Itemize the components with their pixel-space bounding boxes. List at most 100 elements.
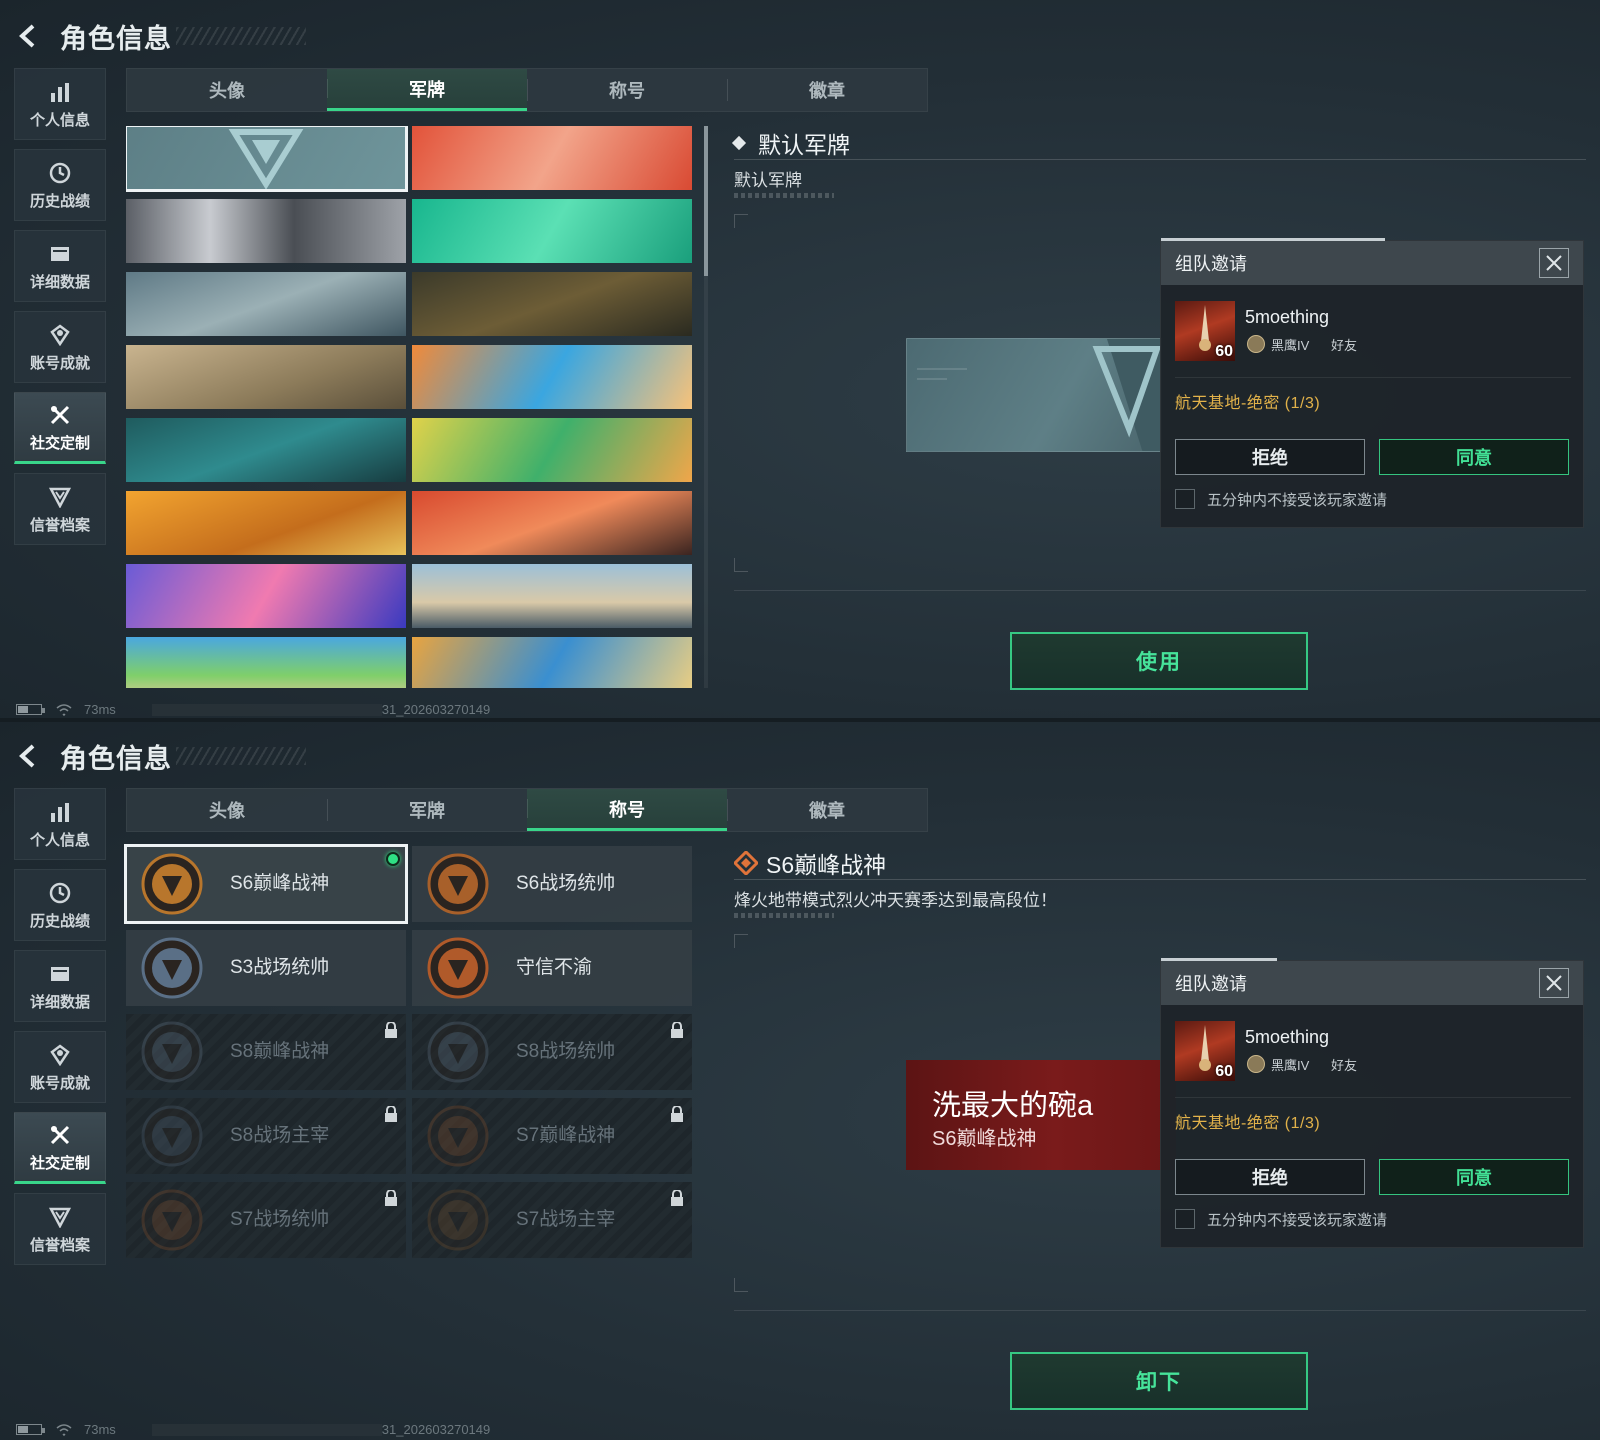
title-name: S7巅峰战神 [516,1125,616,1146]
nameplate-item[interactable] [126,564,406,628]
sidebar-item-profile[interactable]: 个人信息 [14,68,106,140]
nameplate-item[interactable] [126,199,406,263]
close-icon[interactable] [1539,968,1569,998]
nameplate-item[interactable] [126,491,406,555]
mute-invite-checkbox[interactable] [1175,1209,1195,1229]
title-item[interactable]: S3战场统帅 [126,930,406,1006]
nameplate-item[interactable] [126,345,406,409]
folder-icon [47,961,73,987]
tab-title[interactable]: 称号 [527,69,727,111]
mute-invite-label: 五分钟内不接受该玩家邀请 [1207,1212,1388,1229]
use-button[interactable]: 使用 [1010,632,1308,690]
nameplate-item[interactable] [412,564,692,628]
rank-icon [1247,1055,1265,1073]
tab-badge[interactable]: 徽章 [727,789,927,831]
sidebar-item-social[interactable]: 社交定制 [14,392,106,464]
player-rank: 黑鹰IV [1271,338,1310,353]
tab-avatar[interactable]: 头像 [127,789,327,831]
sidebar: 个人信息 历史战绩 详细数据 账号成就 社交定制 信誉档案 [14,68,106,554]
tools-icon [47,402,73,428]
detail-title: S6巅峰战神 [766,852,887,878]
close-icon[interactable] [1539,248,1569,278]
nameplate-item[interactable] [126,637,406,688]
sidebar-item-credit[interactable]: 信誉档案 [14,473,106,545]
title-emblem-icon [141,853,203,915]
nameplate-item[interactable] [412,637,692,688]
title-item[interactable]: S7战场主宰 [412,1182,692,1258]
folder-icon [47,241,73,267]
relation-badge: 好友 [1331,338,1358,353]
nameplate-item[interactable] [412,345,692,409]
nameplate-item[interactable] [126,418,406,482]
sidebar-item-achievements[interactable]: 账号成就 [14,1031,106,1103]
mute-invite-checkbox[interactable] [1175,489,1195,509]
sidebar-item-profile[interactable]: 个人信息 [14,788,106,860]
title-name: S8巅峰战神 [230,1041,330,1062]
divider [734,590,1586,591]
team-invite-dialog: 组队邀请 60 5moething 黑鹰IV 好友 航天基地-绝密 (1/3) … [1160,238,1584,528]
tab-badge[interactable]: 徽章 [727,69,927,111]
tab-nameplate[interactable]: 军牌 [327,789,527,831]
sidebar-item-history[interactable]: 历史战绩 [14,869,106,941]
title-name: S7战场主宰 [516,1209,616,1230]
relation-badge: 好友 [1331,1058,1358,1073]
nameplate-item[interactable] [126,272,406,336]
title-item[interactable]: S6巅峰战神 [124,844,408,924]
title-item[interactable]: S7战场统帅 [126,1182,406,1258]
clock-icon [47,880,73,906]
nameplate-item[interactable] [412,491,692,555]
accept-button[interactable]: 同意 [1379,439,1569,475]
title-item[interactable]: 守信不渝 [412,930,692,1006]
reject-button[interactable]: 拒绝 [1175,439,1365,475]
tools-icon [47,1122,73,1148]
page-title: 角色信息 [60,23,172,54]
game-mode: 航天基地-绝密 (1/3) [1175,1115,1321,1132]
divider [734,1310,1586,1311]
title-item[interactable]: S8战场统帅 [412,1014,692,1090]
equipped-indicator [386,852,400,866]
tab-nameplate[interactable]: 军牌 [327,69,527,111]
sidebar-item-label: 账号成就 [29,354,90,372]
sidebar-item-label: 详细数据 [29,273,90,291]
player-rank: 黑鹰IV [1271,1058,1310,1073]
sidebar-item-social[interactable]: 社交定制 [14,1112,106,1184]
sidebar-item-credit[interactable]: 信誉档案 [14,1193,106,1265]
tab-title[interactable]: 称号 [527,789,727,831]
sidebar-item-label: 个人信息 [29,831,90,849]
sidebar-item-achievements[interactable]: 账号成就 [14,311,106,383]
wifi-icon [56,703,72,716]
title-item[interactable]: S7巅峰战神 [412,1098,692,1174]
nameplate-item[interactable] [412,199,692,263]
tab-avatar[interactable]: 头像 [127,69,327,111]
title-preview: 洗最大的碗a S6巅峰战神 [906,1060,1176,1170]
back-arrow-icon[interactable] [14,21,44,51]
scroll-thumb[interactable] [704,126,708,276]
nameplate-preview [906,338,1162,452]
sidebar-item-details[interactable]: 详细数据 [14,950,106,1022]
divider [734,159,1586,160]
sidebar-item-label: 历史战绩 [29,192,90,210]
scrollbar[interactable] [704,126,708,688]
shield-icon [47,1204,73,1230]
bar-chart-icon [47,79,73,105]
reject-button[interactable]: 拒绝 [1175,1159,1365,1195]
nameplate-item[interactable] [412,126,692,190]
battery-icon [16,1424,45,1435]
back-arrow-icon[interactable] [14,741,44,771]
sidebar-item-history[interactable]: 历史战绩 [14,149,106,221]
title-item[interactable]: S8战场主宰 [126,1098,406,1174]
player-level: 60 [1215,1063,1233,1080]
title-item[interactable]: S8巅峰战神 [126,1014,406,1090]
mute-invite-label: 五分钟内不接受该玩家邀请 [1207,492,1388,509]
nameplate-item-default[interactable] [126,126,408,192]
accept-button[interactable]: 同意 [1379,1159,1569,1195]
nameplate-item[interactable] [412,272,692,336]
title-item[interactable]: S6战场统帅 [412,846,692,922]
tab-bar: 头像 军牌 称号 徽章 [126,68,928,112]
sidebar-item-details[interactable]: 详细数据 [14,230,106,302]
sidebar-item-label: 个人信息 [29,111,90,129]
nameplate-item[interactable] [412,418,692,482]
unequip-button[interactable]: 卸下 [1010,1352,1308,1410]
avatar: 60 [1175,301,1235,361]
status-bar: 73ms 31_202603270149 [16,702,490,717]
